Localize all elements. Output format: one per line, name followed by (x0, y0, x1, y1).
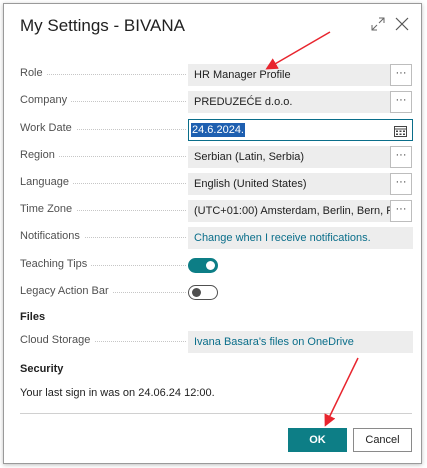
region-field[interactable]: Serbian (Latin, Serbia) (188, 146, 405, 168)
role-label: Role (20, 67, 47, 79)
notifications-label: Notifications (20, 230, 84, 242)
region-row: Region Serbian (Latin, Serbia) ··· (20, 146, 413, 168)
notifications-row: Notifications Change when I receive noti… (20, 227, 413, 249)
time-zone-field[interactable]: (UTC+01:00) Amsterdam, Berlin, Bern, Ro.… (188, 200, 405, 222)
cloud-storage-row: Cloud Storage Ivana Basara's files on On… (20, 331, 413, 353)
calendar-icon[interactable] (394, 124, 407, 142)
files-heading: Files (20, 311, 46, 323)
notifications-link[interactable]: Change when I receive notifications. (188, 227, 413, 249)
dialog-title: My Settings - BIVANA (20, 16, 186, 35)
work-date-label: Work Date (20, 122, 76, 134)
cloud-storage-link[interactable]: Ivana Basara's files on OneDrive (188, 331, 413, 353)
teaching-tips-toggle[interactable] (188, 258, 218, 273)
role-lookup-button[interactable]: ··· (390, 64, 412, 86)
toggle-knob (192, 288, 201, 297)
work-date-value[interactable]: 24.6.2024. (191, 123, 245, 137)
language-label: Language (20, 176, 73, 188)
expand-icon[interactable] (368, 14, 388, 34)
legacy-action-bar-row: Legacy Action Bar (20, 282, 413, 304)
close-icon[interactable] (392, 14, 412, 34)
work-date-row: Work Date 24.6.2024. (20, 119, 413, 141)
language-field[interactable]: English (United States) (188, 173, 405, 195)
company-label: Company (20, 94, 72, 106)
ok-button[interactable]: OK (288, 428, 347, 452)
footer-divider (20, 413, 412, 414)
company-field[interactable]: PREDUZEĆE d.o.o. (188, 91, 405, 113)
company-row: Company PREDUZEĆE d.o.o. ··· (20, 91, 413, 113)
last-sign-in-text: Your last sign in was on 24.06.24 12:00. (20, 387, 215, 399)
region-label: Region (20, 149, 59, 161)
teaching-tips-row: Teaching Tips (20, 255, 413, 277)
teaching-tips-label: Teaching Tips (20, 258, 92, 270)
role-row: Role HR Manager Profile ··· (20, 64, 413, 86)
cloud-storage-label: Cloud Storage (20, 334, 95, 346)
toggle-knob (206, 261, 215, 270)
role-field[interactable]: HR Manager Profile (188, 64, 405, 86)
legacy-action-bar-toggle[interactable] (188, 285, 218, 300)
security-heading: Security (20, 363, 64, 375)
legacy-action-bar-label: Legacy Action Bar (20, 285, 113, 297)
language-row: Language English (United States) ··· (20, 173, 413, 195)
work-date-input[interactable]: 24.6.2024. (188, 119, 413, 141)
time-zone-label: Time Zone (20, 203, 77, 215)
time-zone-lookup-button[interactable]: ··· (390, 200, 412, 222)
cancel-button[interactable]: Cancel (353, 428, 412, 452)
region-lookup-button[interactable]: ··· (390, 146, 412, 168)
company-lookup-button[interactable]: ··· (390, 91, 412, 113)
time-zone-row: Time Zone (UTC+01:00) Amsterdam, Berlin,… (20, 200, 413, 222)
language-lookup-button[interactable]: ··· (390, 173, 412, 195)
